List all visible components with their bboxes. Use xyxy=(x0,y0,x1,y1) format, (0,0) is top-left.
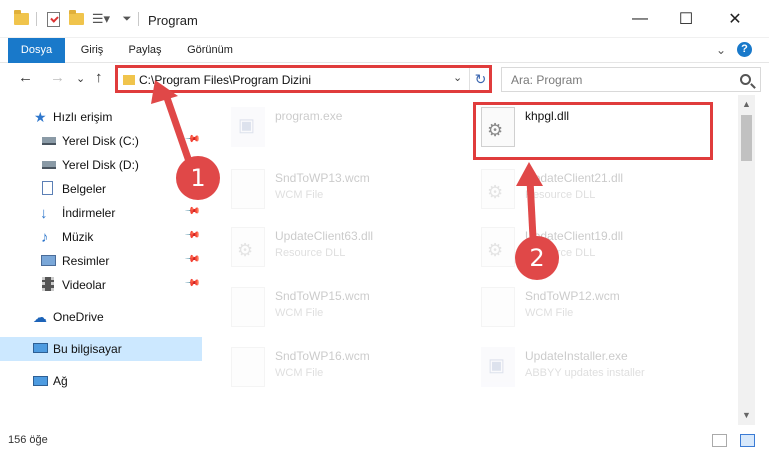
arrow-2-shaft xyxy=(526,179,537,239)
annotation-arrows xyxy=(151,80,543,239)
step-marker-2: 2 xyxy=(515,236,559,280)
arrow-2-head xyxy=(516,162,543,186)
step-marker-1: 1 xyxy=(176,156,220,200)
